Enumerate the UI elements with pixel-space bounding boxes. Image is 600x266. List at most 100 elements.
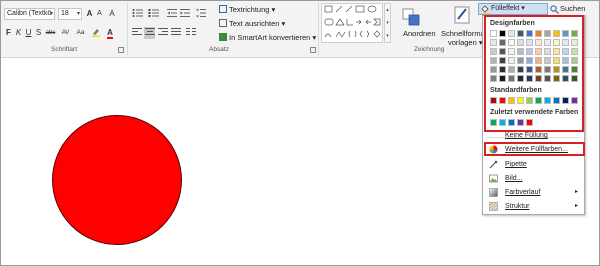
columns-button[interactable]: [185, 27, 196, 39]
theme-color-variant-swatch[interactable]: [499, 57, 506, 64]
theme-color-swatch[interactable]: [526, 30, 533, 37]
theme-color-variant-swatch[interactable]: [553, 57, 560, 64]
shapes-gallery-scroll[interactable]: ▴ ▾ ▾: [384, 3, 391, 43]
paragraph-dialog-launcher-icon[interactable]: [310, 47, 316, 53]
character-spacing-button[interactable]: AV: [59, 27, 72, 39]
clear-formatting-button[interactable]: A: [107, 8, 117, 20]
theme-color-variant-swatch[interactable]: [571, 48, 578, 55]
bullets-button[interactable]: [131, 8, 145, 20]
theme-color-variant-swatch[interactable]: [517, 48, 524, 55]
theme-color-variant-swatch[interactable]: [562, 75, 569, 82]
theme-color-swatch[interactable]: [490, 30, 497, 37]
standard-color-swatch[interactable]: [517, 97, 524, 104]
theme-color-variant-swatch[interactable]: [499, 75, 506, 82]
theme-color-variant-swatch[interactable]: [499, 66, 506, 73]
shapes-gallery[interactable]: [321, 3, 383, 43]
standard-color-swatch[interactable]: [553, 97, 560, 104]
standard-color-swatch[interactable]: [562, 97, 569, 104]
theme-color-variant-swatch[interactable]: [517, 75, 524, 82]
recent-color-swatch[interactable]: [526, 119, 533, 126]
theme-color-variant-swatch[interactable]: [571, 75, 578, 82]
theme-color-variant-swatch[interactable]: [553, 48, 560, 55]
theme-color-variant-swatch[interactable]: [571, 66, 578, 73]
theme-color-variant-swatch[interactable]: [499, 39, 506, 46]
theme-color-variant-swatch[interactable]: [508, 39, 515, 46]
theme-color-variant-swatch[interactable]: [508, 48, 515, 55]
theme-color-variant-swatch[interactable]: [508, 57, 515, 64]
underline-button[interactable]: U: [24, 27, 33, 39]
line-spacing-button[interactable]: [195, 8, 206, 20]
theme-color-variant-swatch[interactable]: [517, 66, 524, 73]
bold-button[interactable]: F: [4, 27, 13, 39]
theme-color-variant-swatch[interactable]: [535, 39, 542, 46]
theme-color-variant-swatch[interactable]: [526, 75, 533, 82]
theme-color-variant-swatch[interactable]: [544, 66, 551, 73]
theme-color-variant-swatch[interactable]: [535, 75, 542, 82]
theme-color-variant-swatch[interactable]: [544, 48, 551, 55]
highlight-button[interactable]: [89, 27, 102, 39]
italic-button[interactable]: K: [14, 27, 23, 39]
shape-fill-button[interactable]: Fülleffekt ▾: [478, 3, 548, 15]
theme-color-variant-swatch[interactable]: [490, 48, 497, 55]
theme-color-variant-swatch[interactable]: [535, 57, 542, 64]
theme-color-variant-swatch[interactable]: [553, 66, 560, 73]
search-button[interactable]: Suchen: [549, 3, 595, 15]
theme-color-variant-swatch[interactable]: [544, 39, 551, 46]
theme-color-swatch[interactable]: [544, 30, 551, 37]
font-color-button[interactable]: A: [104, 27, 116, 39]
theme-color-variant-swatch[interactable]: [490, 75, 497, 82]
texture-fill-item[interactable]: Struktur ▸: [486, 200, 581, 213]
standard-color-swatch[interactable]: [535, 97, 542, 104]
shrink-font-button[interactable]: A: [95, 8, 104, 20]
theme-color-variant-swatch[interactable]: [508, 66, 515, 73]
theme-color-variant-swatch[interactable]: [571, 57, 578, 64]
theme-color-variant-swatch[interactable]: [526, 39, 533, 46]
standard-color-swatch[interactable]: [490, 97, 497, 104]
theme-color-variant-swatch[interactable]: [535, 48, 542, 55]
theme-color-variant-swatch[interactable]: [562, 57, 569, 64]
theme-color-swatch[interactable]: [571, 30, 578, 37]
numbering-button[interactable]: [147, 8, 161, 20]
theme-color-variant-swatch[interactable]: [508, 75, 515, 82]
theme-color-swatch[interactable]: [508, 30, 515, 37]
theme-color-variant-swatch[interactable]: [490, 66, 497, 73]
eyedropper-item[interactable]: Pipette: [486, 158, 581, 171]
standard-color-swatch[interactable]: [526, 97, 533, 104]
theme-color-variant-swatch[interactable]: [562, 48, 569, 55]
theme-color-variant-swatch[interactable]: [517, 57, 524, 64]
recent-color-swatch[interactable]: [499, 119, 506, 126]
align-text-button[interactable]: Text ausrichten ▾: [219, 18, 285, 30]
increase-indent-button[interactable]: [179, 8, 190, 20]
font-name-combo[interactable]: Calibri (Textkö ▾: [4, 8, 55, 20]
font-size-combo[interactable]: 18 ▾: [58, 8, 82, 20]
font-dialog-launcher-icon[interactable]: [118, 47, 124, 53]
change-case-button[interactable]: Aa: [74, 27, 87, 39]
standard-color-swatch[interactable]: [499, 97, 506, 104]
theme-color-variant-swatch[interactable]: [562, 66, 569, 73]
theme-color-variant-swatch[interactable]: [526, 48, 533, 55]
align-center-button[interactable]: [144, 27, 155, 39]
justify-button[interactable]: [170, 27, 181, 39]
align-left-button[interactable]: [131, 27, 142, 39]
theme-color-swatch[interactable]: [553, 30, 560, 37]
theme-color-swatch[interactable]: [562, 30, 569, 37]
theme-color-swatch[interactable]: [517, 30, 524, 37]
theme-color-variant-swatch[interactable]: [544, 75, 551, 82]
theme-color-variant-swatch[interactable]: [535, 66, 542, 73]
decrease-indent-button[interactable]: [166, 8, 177, 20]
theme-color-variant-swatch[interactable]: [571, 39, 578, 46]
strikethrough-button[interactable]: abc: [44, 27, 57, 39]
gradient-fill-item[interactable]: Farbverlauf ▸: [486, 186, 581, 199]
standard-color-swatch[interactable]: [544, 97, 551, 104]
theme-color-variant-swatch[interactable]: [544, 57, 551, 64]
theme-color-variant-swatch[interactable]: [490, 39, 497, 46]
no-fill-item[interactable]: Keine Füllung: [486, 129, 581, 142]
theme-color-variant-swatch[interactable]: [553, 75, 560, 82]
standard-color-swatch[interactable]: [508, 97, 515, 104]
text-direction-button[interactable]: Textrichtung ▾: [219, 4, 275, 16]
theme-color-swatch[interactable]: [535, 30, 542, 37]
recent-color-swatch[interactable]: [490, 119, 497, 126]
standard-color-swatch[interactable]: [571, 97, 578, 104]
recent-color-swatch[interactable]: [508, 119, 515, 126]
theme-color-swatch[interactable]: [499, 30, 506, 37]
